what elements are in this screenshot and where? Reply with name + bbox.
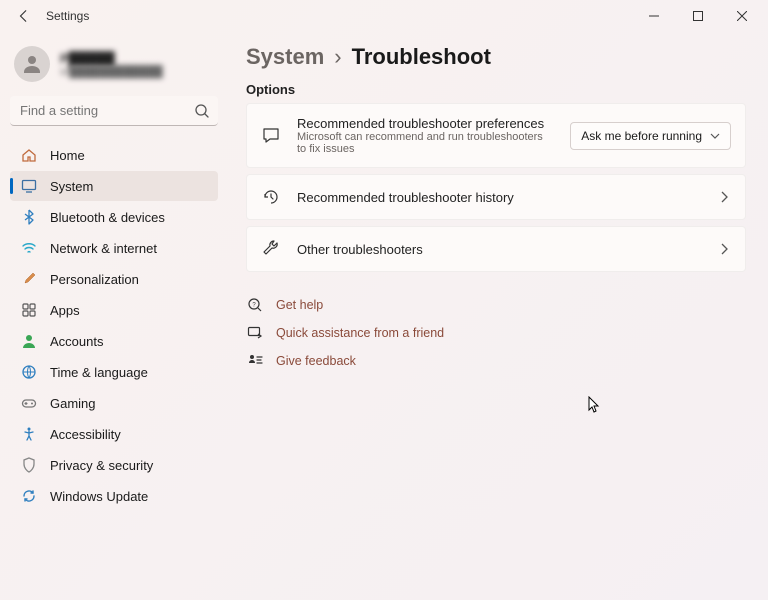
brush-icon: [20, 270, 38, 288]
accessibility-icon: [20, 425, 38, 443]
sidebar-item-label: Accessibility: [50, 427, 121, 442]
svg-text:?: ?: [252, 303, 256, 309]
card-subtitle: Microsoft can recommend and run troubles…: [297, 131, 554, 155]
maximize-button[interactable]: [676, 0, 720, 32]
sidebar-item-accounts[interactable]: Accounts: [10, 326, 218, 356]
main-content: System › Troubleshoot Options Recommende…: [228, 32, 768, 600]
sidebar-item-label: Gaming: [50, 396, 96, 411]
sidebar-item-privacy[interactable]: Privacy & security: [10, 450, 218, 480]
card-other-troubleshooters[interactable]: Other troubleshooters: [246, 226, 746, 272]
sidebar-item-update[interactable]: Windows Update: [10, 481, 218, 511]
profile-email: sr████████████: [60, 66, 163, 78]
link-label: Give feedback: [276, 354, 356, 368]
sidebar-item-label: Personalization: [50, 272, 139, 287]
card-troubleshooter-history[interactable]: Recommended troubleshooter history: [246, 174, 746, 220]
sidebar-item-label: Windows Update: [50, 489, 148, 504]
chevron-down-icon: [710, 131, 720, 141]
link-quick-assist[interactable]: Quick assistance from a friend: [246, 324, 746, 342]
sidebar-item-label: Home: [50, 148, 85, 163]
related-links: ? Get help Quick assistance from a frien…: [246, 296, 746, 370]
sidebar-item-label: Privacy & security: [50, 458, 153, 473]
sidebar-item-personalization[interactable]: Personalization: [10, 264, 218, 294]
back-button[interactable]: [12, 4, 36, 28]
wifi-icon: [20, 239, 38, 257]
search-box[interactable]: [10, 96, 218, 126]
section-label-options: Options: [246, 82, 746, 97]
sidebar-item-system[interactable]: System: [10, 171, 218, 201]
shield-icon: [20, 456, 38, 474]
search-input[interactable]: [10, 96, 218, 126]
link-label: Quick assistance from a friend: [276, 326, 444, 340]
sidebar-item-bluetooth[interactable]: Bluetooth & devices: [10, 202, 218, 232]
search-icon: [194, 103, 210, 119]
titlebar: Settings: [0, 0, 768, 32]
sidebar: P█████ sr████████████ Home System Blueto…: [0, 32, 228, 600]
profile-name: P█████: [60, 51, 163, 66]
feedback-icon: [246, 352, 264, 370]
sidebar-item-label: Network & internet: [50, 241, 157, 256]
breadcrumb: System › Troubleshoot: [246, 44, 746, 70]
profile-block[interactable]: P█████ sr████████████: [10, 40, 218, 96]
card-troubleshooter-preferences: Recommended troubleshooter preferences M…: [246, 103, 746, 168]
close-button[interactable]: [720, 0, 764, 32]
link-feedback[interactable]: Give feedback: [246, 352, 746, 370]
sidebar-item-label: Bluetooth & devices: [50, 210, 165, 225]
person-icon: [20, 332, 38, 350]
wrench-icon: [261, 239, 281, 259]
sidebar-item-label: Accounts: [50, 334, 103, 349]
apps-icon: [20, 301, 38, 319]
update-icon: [20, 487, 38, 505]
nav-list: Home System Bluetooth & devices Network …: [10, 140, 218, 511]
chevron-right-icon: ›: [334, 44, 341, 70]
chevron-right-icon: [717, 190, 731, 204]
sidebar-item-home[interactable]: Home: [10, 140, 218, 170]
avatar: [14, 46, 50, 82]
page-title: Troubleshoot: [352, 44, 491, 70]
chevron-right-icon: [717, 242, 731, 256]
window-title: Settings: [46, 9, 89, 23]
sidebar-item-label: System: [50, 179, 93, 194]
link-get-help[interactable]: ? Get help: [246, 296, 746, 314]
dropdown-label: Ask me before running: [581, 129, 702, 143]
globe-icon: [20, 363, 38, 381]
sidebar-item-label: Apps: [50, 303, 80, 318]
home-icon: [20, 146, 38, 164]
card-title: Recommended troubleshooter history: [297, 190, 701, 205]
minimize-button[interactable]: [632, 0, 676, 32]
gamepad-icon: [20, 394, 38, 412]
help-icon: ?: [246, 296, 264, 314]
chat-icon: [261, 126, 281, 146]
system-icon: [20, 177, 38, 195]
link-label: Get help: [276, 298, 323, 312]
history-icon: [261, 187, 281, 207]
sidebar-item-apps[interactable]: Apps: [10, 295, 218, 325]
bluetooth-icon: [20, 208, 38, 226]
sidebar-item-label: Time & language: [50, 365, 148, 380]
sidebar-item-time[interactable]: Time & language: [10, 357, 218, 387]
card-title: Recommended troubleshooter preferences: [297, 116, 554, 131]
sidebar-item-network[interactable]: Network & internet: [10, 233, 218, 263]
preferences-dropdown[interactable]: Ask me before running: [570, 122, 731, 150]
sidebar-item-gaming[interactable]: Gaming: [10, 388, 218, 418]
screen-share-icon: [246, 324, 264, 342]
card-title: Other troubleshooters: [297, 242, 701, 257]
breadcrumb-parent[interactable]: System: [246, 44, 324, 70]
sidebar-item-accessibility[interactable]: Accessibility: [10, 419, 218, 449]
